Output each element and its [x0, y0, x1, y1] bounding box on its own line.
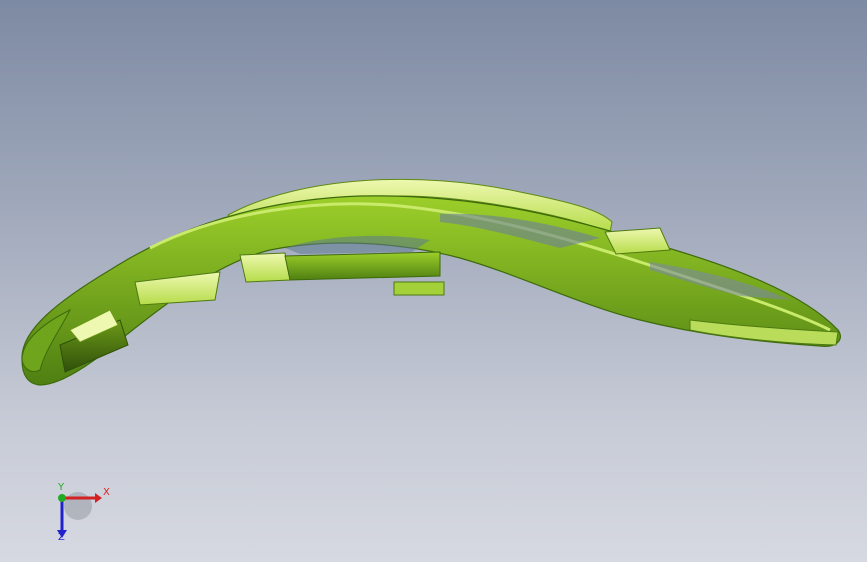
- center-boss: [239, 252, 291, 283]
- x-arrowhead: [95, 493, 102, 503]
- 3d-model-part[interactable]: [0, 0, 867, 562]
- y-axis-label: Y: [58, 482, 65, 493]
- triad-shadow-disc: [64, 492, 92, 520]
- right-clip: [604, 227, 671, 255]
- graphics-viewport[interactable]: X Y Z: [0, 0, 867, 562]
- bottom-tab: [393, 281, 445, 296]
- z-axis-label: Z: [58, 532, 65, 543]
- center-bar: [284, 251, 441, 281]
- y-axis-dot: [58, 494, 66, 502]
- x-axis-label: X: [103, 487, 110, 498]
- coordinate-triad: X Y Z: [40, 478, 120, 548]
